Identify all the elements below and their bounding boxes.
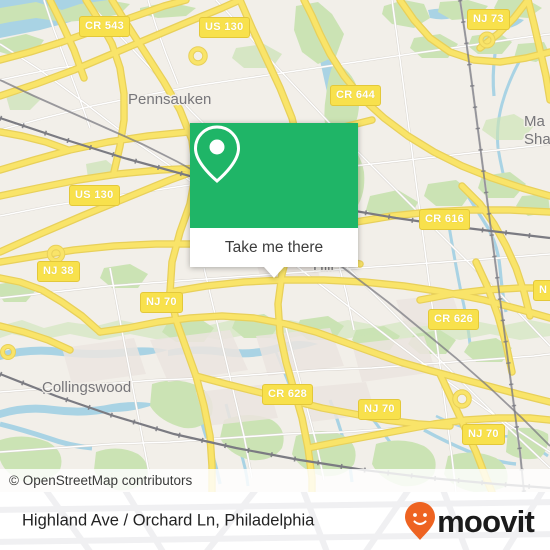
road-shield[interactable]: US 130 xyxy=(199,17,250,38)
road-shield[interactable]: CR 628 xyxy=(262,384,314,405)
road-shield[interactable]: NJ 73 xyxy=(467,9,510,30)
road-shield[interactable]: NJ 70 xyxy=(358,399,401,420)
attribution-text[interactable]: © OpenStreetMap contributors xyxy=(0,473,192,488)
road-shield[interactable]: NJ 70 xyxy=(140,292,183,313)
popup-image-area xyxy=(190,123,358,228)
location-title: Highland Ave / Orchard Ln, Philadelphia xyxy=(22,511,315,530)
map-screenshot: CR 543 US 130 NJ 73 CR 644 US 130 CR 616… xyxy=(0,0,550,550)
moovit-wordmark: moovit xyxy=(437,503,535,539)
road-shield[interactable]: N xyxy=(533,280,550,301)
road-shield[interactable]: NJ 70 xyxy=(462,424,505,445)
road-shield[interactable]: NJ 38 xyxy=(37,261,80,282)
moovit-logo[interactable]: moovit xyxy=(404,501,535,541)
popup-pointer-tip xyxy=(264,267,284,278)
map-canvas[interactable]: CR 543 US 130 NJ 73 CR 644 US 130 CR 616… xyxy=(0,0,550,492)
road-shield[interactable]: US 130 xyxy=(69,185,120,206)
map-attribution-bar: © OpenStreetMap contributors xyxy=(0,469,550,492)
road-shield[interactable]: CR 626 xyxy=(428,309,480,330)
road-shield[interactable]: CR 644 xyxy=(330,85,382,106)
location-popup-card[interactable]: Take me there xyxy=(190,123,358,278)
place-label-collingswood: Collingswood xyxy=(42,379,132,396)
road-shield[interactable]: CR 543 xyxy=(79,16,131,37)
footer-bar: Highland Ave / Orchard Ln, Philadelphia … xyxy=(0,492,550,550)
place-label-sha: Sha xyxy=(524,131,550,148)
moovit-smiling-pin-icon xyxy=(405,502,436,540)
road-shield[interactable]: CR 616 xyxy=(419,209,471,230)
map-pin-icon xyxy=(193,125,241,183)
popup-action-footer[interactable]: Take me there xyxy=(190,228,358,278)
take-me-there-label: Take me there xyxy=(224,238,324,256)
place-label-ma: Ma xyxy=(524,113,545,130)
place-label-pennsauken: Pennsauken xyxy=(128,91,212,108)
